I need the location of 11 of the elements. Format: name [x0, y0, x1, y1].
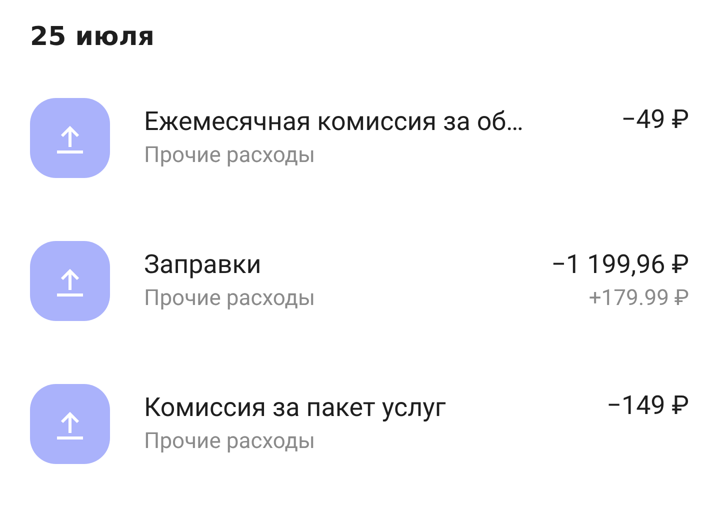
- transaction-title: Заправки: [144, 249, 262, 282]
- transaction-amount: −1 199,96 ₽: [551, 249, 689, 282]
- cashback-amount: +179.99 ₽: [588, 285, 689, 313]
- transaction-title: Комиссия за пакет услуг: [144, 392, 446, 425]
- transaction-amount: −149 ₽: [606, 390, 689, 423]
- transaction-category: Прочие расходы: [144, 428, 316, 456]
- transaction-category: Прочие расходы: [144, 285, 316, 313]
- transaction-title: Ежемесячная комиссия за об…: [144, 106, 524, 139]
- date-header: 25 июля: [30, 21, 154, 54]
- transaction-amount: −49 ₽: [621, 104, 689, 137]
- transaction-category: Прочие расходы: [144, 142, 316, 170]
